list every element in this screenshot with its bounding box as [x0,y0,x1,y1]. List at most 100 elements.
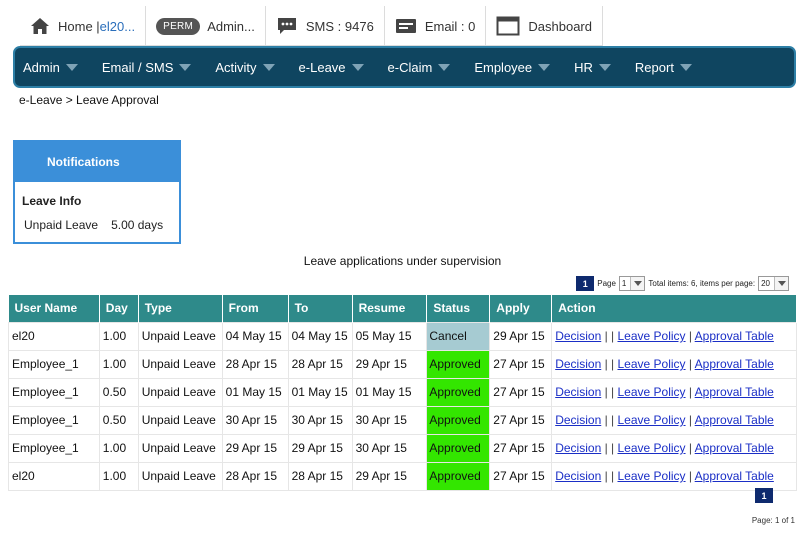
separator: | | [601,413,618,427]
email-link[interactable]: Email : 0 [385,6,487,46]
nav-item-label: HR [574,59,593,75]
cell-action: Decision | | Leave Policy | Approval Tab… [551,349,797,379]
nav-item-employee[interactable]: Employee [474,60,551,75]
cell-from: 29 Apr 15 [221,433,289,463]
cell-to: 29 Apr 15 [287,433,353,463]
nav-item-admin[interactable]: Admin [23,60,78,75]
separator: | [685,441,695,455]
leave-policy-link[interactable]: Leave Policy [618,385,686,399]
page-number-button[interactable]: 1 [755,488,773,503]
home-user-link[interactable]: el20... [100,19,135,34]
decision-link[interactable]: Decision [555,469,601,483]
table-header-row: User Name Day Type From To Resume Status… [8,295,797,322]
column-header: Action [551,295,797,322]
column-header[interactable]: User Name [8,295,100,322]
nav-item-email-sms[interactable]: Email / SMS [102,60,192,75]
chat-icon [276,16,298,36]
nav-item-e-claim[interactable]: e-Claim [388,60,451,75]
perm-badge: PERM [156,17,201,35]
approval-table-link[interactable]: Approval Table [695,469,774,483]
dashboard-link[interactable]: Dashboard [486,6,603,46]
cell-user: el20 [8,321,100,351]
leave-policy-link[interactable]: Leave Policy [618,357,686,371]
column-header[interactable]: Resume [352,295,428,322]
cell-from: 28 Apr 15 [221,461,289,491]
approval-table-link[interactable]: Approval Table [695,329,774,343]
cell-type: Unpaid Leave [137,461,223,491]
column-header[interactable]: Status [426,295,491,322]
nav-item-hr[interactable]: HR [574,60,611,75]
leave-policy-link[interactable]: Leave Policy [618,441,686,455]
cell-apply: 27 Apr 15 [489,461,553,491]
approval-table-link[interactable]: Approval Table [695,385,774,399]
nav-item-label: e-Claim [387,59,433,75]
leave-table: User Name Day Type From To Resume Status… [8,295,797,491]
cell-apply: 27 Apr 15 [489,377,553,407]
per-page-value: 20 [761,279,770,288]
cell-to: 30 Apr 15 [287,405,353,435]
decision-link[interactable]: Decision [555,329,601,343]
admin-menu[interactable]: PERM Admin... [146,6,266,46]
column-header[interactable]: From [222,295,289,322]
status-badge: Approved [426,377,491,407]
cell-day: 0.50 [98,377,139,407]
leave-policy-link[interactable]: Leave Policy [618,413,686,427]
nav-item-activity[interactable]: Activity [215,59,275,75]
table-row: Employee_1 0.50 Unpaid Leave 01 May 15 0… [8,377,797,407]
status-badge: Approved [426,433,491,463]
caret-down-icon [65,63,78,71]
caret-down-icon [538,63,551,71]
separator: | | [601,329,618,343]
nav-item-e-leave[interactable]: e-Leave [299,60,364,75]
cell-type: Unpaid Leave [137,433,223,463]
decision-link[interactable]: Decision [555,385,601,399]
decision-link[interactable]: Decision [555,357,601,371]
status-badge: Cancel [426,321,491,351]
notifications-header: Notifications [15,142,179,182]
inbox-icon [395,17,417,35]
dropdown-arrow-icon [774,277,788,290]
cell-from: 28 Apr 15 [221,349,289,379]
table-row: Employee_1 1.00 Unpaid Leave 28 Apr 15 2… [8,349,797,379]
nav-item-report[interactable]: Report [635,60,692,75]
separator: | [685,469,695,483]
home-link[interactable]: Home | el20... [20,6,147,46]
approval-table-link[interactable]: Approval Table [695,413,774,427]
column-header[interactable]: Type [138,295,223,322]
cell-type: Unpaid Leave [137,321,223,351]
caret-down-icon [438,63,451,71]
page-select[interactable]: 1 [618,276,646,291]
decision-link[interactable]: Decision [555,441,601,455]
column-header[interactable]: Day [99,295,139,322]
status-badge: Approved [426,405,491,435]
separator: | [685,329,695,343]
caret-down-icon [179,63,192,71]
sms-link[interactable]: SMS : 9476 [266,6,385,46]
nav-item-label: Activity [215,59,257,75]
caret-down-icon [679,63,692,71]
main-nav: Admin Email / SMS Activity e-Leave e-Cla… [13,46,796,88]
page-number-button[interactable]: 1 [576,276,595,291]
column-header[interactable]: Apply [489,295,553,322]
leave-info-row: Unpaid Leave 5.00 days [24,218,179,232]
decision-link[interactable]: Decision [555,413,601,427]
cell-action: Decision | | Leave Policy | Approval Tab… [551,433,797,463]
pager-top: 1 Page 1 Total items: 6, items per page:… [576,276,792,291]
cell-from: 04 May 15 [221,321,289,351]
cell-action: Decision | | Leave Policy | Approval Tab… [551,321,797,351]
pager-bottom: 1 [755,488,776,503]
approval-table-link[interactable]: Approval Table [695,441,774,455]
admin-label: Admin... [207,18,255,34]
approval-table-link[interactable]: Approval Table [695,357,774,371]
top-bar: Home | el20... PERM Admin... SMS : 9476 … [20,6,603,46]
cell-action: Decision | | Leave Policy | Approval Tab… [551,405,797,435]
cell-apply: 27 Apr 15 [489,349,553,379]
cell-resume: 01 May 15 [351,377,428,407]
leave-policy-link[interactable]: Leave Policy [618,469,686,483]
status-badge: Approved [426,349,491,379]
column-header[interactable]: To [288,295,353,322]
leave-policy-link[interactable]: Leave Policy [618,329,686,343]
per-page-select[interactable]: 20 [758,276,789,291]
dashboard-label: Dashboard [528,18,592,34]
cell-user: Employee_1 [8,349,100,379]
